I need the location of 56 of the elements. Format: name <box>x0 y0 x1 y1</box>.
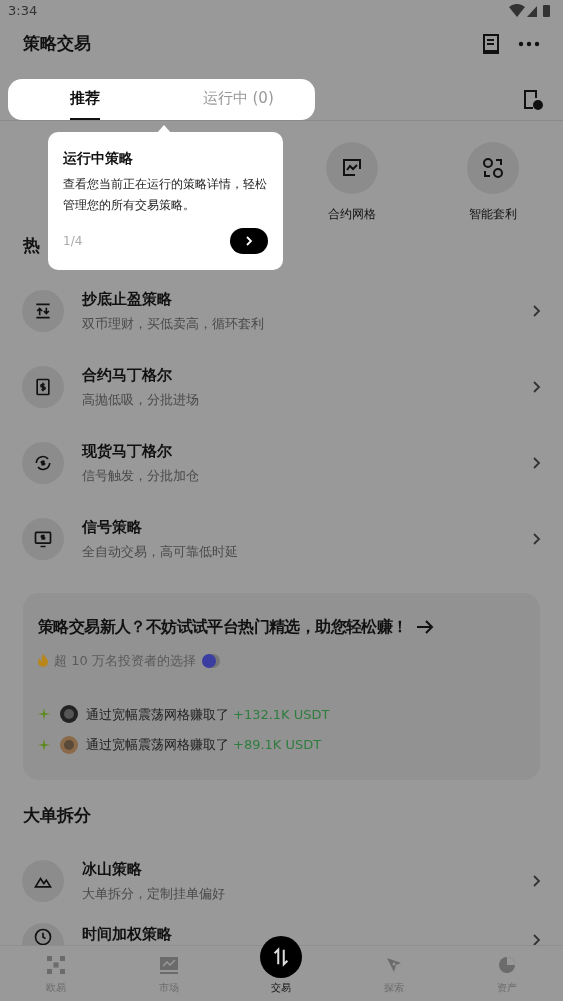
section-heading: 热 <box>23 234 40 257</box>
sparkle-icon <box>38 738 50 751</box>
avatar-group-icon <box>199 652 222 669</box>
strategy-subtitle: 信号触发，分批加仓 <box>82 467 200 485</box>
tab[interactable]: 推荐 <box>8 79 162 120</box>
step-counter: 1/4 <box>63 233 83 250</box>
more-icon[interactable] <box>518 41 540 47</box>
chevron-right-icon[interactable] <box>531 380 541 394</box>
history-document-icon[interactable] <box>523 90 543 110</box>
earning-text: 通过宽幅震荡网格赚取了 <box>86 736 229 754</box>
nav-tab[interactable]: 交易 <box>225 934 338 1001</box>
document-icon[interactable] <box>482 34 500 54</box>
next-button[interactable] <box>230 228 268 254</box>
status-time: 3:34 <box>8 2 38 21</box>
strategy-subtitle: 高抛低吸，分批进场 <box>82 391 200 409</box>
strategy-title: 抄底止盈策略 <box>82 289 173 310</box>
earning-amount: +89.1K USDT <box>233 736 322 754</box>
checker-logo-icon <box>47 956 66 974</box>
strategy-subtitle: 双币理财，买低卖高，循环套利 <box>82 315 265 333</box>
shortcut-label[interactable]: 智能套利 <box>468 205 517 223</box>
earning-amount: +132.1K USDT <box>233 705 330 724</box>
swap-icon <box>33 301 53 321</box>
pie-chart-icon <box>497 956 516 974</box>
chart-frame-icon <box>342 159 361 177</box>
tooltip-body: 查看您当前正在运行的策略详情，轻松管理您的所有交易策略。 <box>63 176 268 214</box>
strategy-title: 冰山策略 <box>82 859 143 880</box>
strategy-title: 现货马丁格尔 <box>82 441 173 462</box>
strategy-title: 合约马丁格尔 <box>82 365 173 386</box>
chevron-right-icon[interactable] <box>531 456 541 470</box>
strategy-subtitle: 全自动交易，高可靠低时延 <box>82 543 239 561</box>
strategy-title: 信号策略 <box>82 517 143 538</box>
chevron-right-icon[interactable] <box>531 874 541 888</box>
clock-icon <box>33 927 53 947</box>
chevron-right-icon[interactable] <box>531 304 541 318</box>
page-title: 策略交易 <box>23 32 92 56</box>
promo-title: 策略交易新人？不妨试试平台热门精选，助您轻松赚！ <box>38 616 408 638</box>
trade-button[interactable] <box>260 936 303 978</box>
avatar-icon <box>60 735 78 754</box>
chevron-right-icon[interactable] <box>531 933 541 947</box>
chevron-right-icon <box>245 236 253 246</box>
shortcut-label[interactable]: 合约网格 <box>327 205 376 223</box>
strategy-title: 时间加权策略 <box>82 924 173 945</box>
sparkle-icon <box>38 708 50 721</box>
tooltip-title: 运行中策略 <box>63 149 134 168</box>
arrow-right-icon <box>415 620 434 634</box>
section-heading: 大单拆分 <box>23 804 91 827</box>
chevron-right-icon[interactable] <box>531 532 541 546</box>
avatar-icon <box>60 705 78 724</box>
strategy-subtitle: 大单拆分，定制挂单偏好 <box>82 885 226 903</box>
monitor-dollar-icon <box>33 529 53 549</box>
shapes-icon <box>481 157 504 179</box>
fire-icon <box>38 654 48 668</box>
chart-icon <box>158 956 179 974</box>
earning-text: 通过宽幅震荡网格赚取了 <box>86 705 229 724</box>
cycle-dollar-icon <box>33 453 53 473</box>
dollar-document-icon <box>33 377 53 397</box>
